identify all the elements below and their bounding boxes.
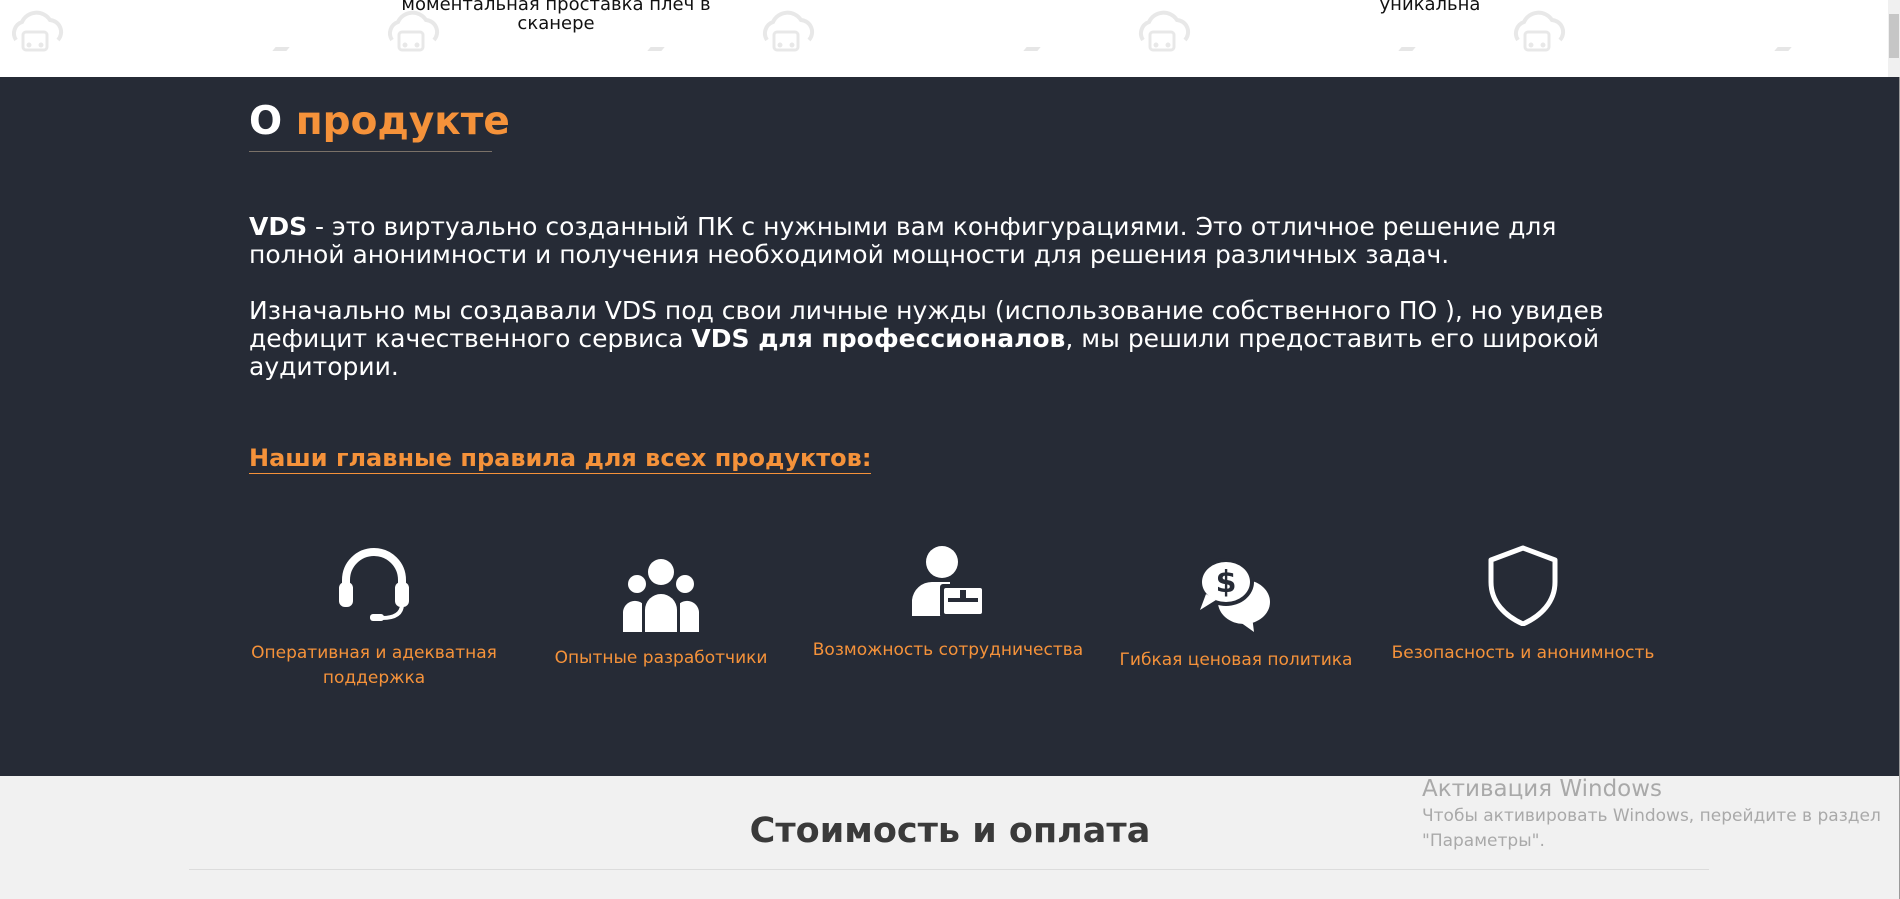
windows-activation-title: Активация Windows [1422, 776, 1663, 802]
watermark-dash [1398, 47, 1416, 51]
windows-activation-text: Чтобы активировать Windows, перейдите в … [1422, 806, 1881, 851]
vds-bold: VDS [249, 212, 308, 241]
about-title: О продукте [249, 97, 510, 147]
watermark-dash [272, 47, 290, 51]
feature-label-pricing-policy: Гибкая ценовая политика [1119, 650, 1353, 670]
watermark-dash [647, 47, 665, 51]
about-title-orange: продукте [295, 99, 510, 144]
rules-heading: Наши главные правила для всех продуктов: [249, 444, 872, 474]
feature-label-developers: Опытные разработчики [554, 648, 768, 668]
feature-label-security: Безопасность и анонимность [1391, 643, 1655, 663]
feature-support: Оперативная и адекватная поддержка [234, 542, 514, 688]
watermark-dash [1023, 47, 1041, 51]
top-caption-unique: уникальна [1379, 0, 1481, 15]
about-title-underline [249, 151, 492, 152]
about-section: О продукте VDS - это виртуально созданны… [0, 77, 1900, 776]
about-paragraph-1: VDS - это виртуально созданный ПК с нужн… [249, 213, 1649, 269]
team-icon [623, 559, 699, 632]
svg-text:$: $ [1216, 565, 1237, 600]
dollar-chat-icon: $ [1198, 558, 1270, 632]
shield-icon [1488, 545, 1558, 626]
vds-pro-bold: VDS для профессионалов [691, 324, 1066, 353]
windows-activation-watermark: Активация Windows Чтобы активировать Win… [1422, 774, 1892, 854]
top-strip: моментальная проставка плеч в сканере ун… [0, 0, 1900, 77]
about-title-white: О [249, 99, 283, 144]
top-caption-shoulders: моментальная проставка плеч в сканере [401, 0, 711, 34]
headset-icon [339, 548, 409, 621]
inner-scrollbar[interactable] [1888, 0, 1900, 77]
user-briefcase-icon [912, 546, 986, 618]
pricing-divider [189, 869, 1709, 870]
car-cloud-icon [12, 10, 64, 52]
car-cloud-icon [763, 10, 815, 52]
feature-label-support: Оперативная и адекватная поддержка [251, 643, 497, 688]
watermark-dash [1774, 47, 1792, 51]
car-cloud-icon [1139, 10, 1191, 52]
about-paragraph-1-text: - это виртуально созданный ПК с нужными … [249, 212, 1557, 269]
feature-cooperation: Возможность сотрудничества [808, 544, 1088, 660]
feature-label-cooperation: Возможность сотрудничества [812, 640, 1084, 660]
car-cloud-icon [1514, 10, 1566, 52]
inner-scrollbar-thumb[interactable] [1889, 14, 1899, 58]
about-paragraph-2: Изначально мы создавали VDS под свои лич… [249, 297, 1649, 381]
feature-security: Безопасность и анонимность [1383, 542, 1663, 663]
feature-developers: Опытные разработчики [521, 552, 801, 668]
feature-pricing-policy: $ Гибкая ценовая политика [1096, 552, 1376, 670]
